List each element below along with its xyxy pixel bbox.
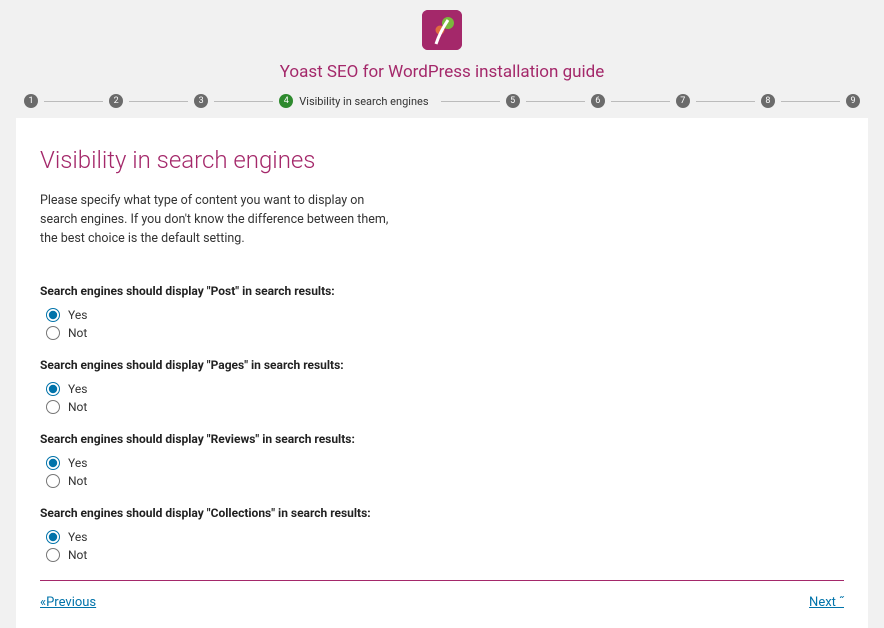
option-yes-label: Yes bbox=[68, 456, 87, 470]
step-6[interactable]: 6 bbox=[591, 94, 605, 108]
option-no[interactable]: Not bbox=[46, 326, 844, 340]
option-no-label: Not bbox=[68, 474, 87, 488]
radio-no[interactable] bbox=[46, 400, 60, 414]
radio-no[interactable] bbox=[46, 548, 60, 562]
radio-yes[interactable] bbox=[46, 308, 60, 322]
question-prompt: Search engines should display "Post" in … bbox=[40, 284, 844, 298]
step-line bbox=[129, 101, 188, 102]
question-prompt: Search engines should display "Pages" in… bbox=[40, 358, 844, 372]
radio-yes[interactable] bbox=[46, 456, 60, 470]
step-2[interactable]: 2 bbox=[109, 94, 123, 108]
step-line bbox=[696, 101, 755, 102]
option-yes[interactable]: Yes bbox=[46, 530, 844, 544]
question-options: Yes Not bbox=[46, 530, 844, 562]
option-no-label: Not bbox=[68, 400, 87, 414]
header: Yoast SEO for WordPress installation gui… bbox=[0, 0, 884, 82]
question-prompt: Search engines should display "Collectio… bbox=[40, 506, 844, 520]
question-prompt: Search engines should display "Reviews" … bbox=[40, 432, 844, 446]
page-title: Yoast SEO for WordPress installation gui… bbox=[0, 62, 884, 82]
step-9[interactable]: 9 bbox=[846, 94, 860, 108]
question-options: Yes Not bbox=[46, 308, 844, 340]
stepper: 1 2 3 4 Visibility in search engines 5 6… bbox=[0, 82, 884, 118]
option-no-label: Not bbox=[68, 326, 87, 340]
option-yes[interactable]: Yes bbox=[46, 456, 844, 470]
option-yes[interactable]: Yes bbox=[46, 308, 844, 322]
radio-no[interactable] bbox=[46, 326, 60, 340]
yoast-logo bbox=[422, 10, 462, 50]
step-3[interactable]: 3 bbox=[194, 94, 208, 108]
option-no[interactable]: Not bbox=[46, 400, 844, 414]
step-5[interactable]: 5 bbox=[506, 94, 520, 108]
next-link[interactable]: Next ˝ bbox=[809, 595, 844, 610]
question-collections: Search engines should display "Collectio… bbox=[40, 506, 844, 562]
question-options: Yes Not bbox=[46, 456, 844, 488]
step-line bbox=[781, 101, 840, 102]
step-7[interactable]: 7 bbox=[676, 94, 690, 108]
wizard-card: Visibility in search engines Please spec… bbox=[16, 118, 868, 628]
option-yes-label: Yes bbox=[68, 530, 87, 544]
option-yes[interactable]: Yes bbox=[46, 382, 844, 396]
card-description: Please specify what type of content you … bbox=[40, 192, 400, 248]
question-pages: Search engines should display "Pages" in… bbox=[40, 358, 844, 414]
question-options: Yes Not bbox=[46, 382, 844, 414]
step-4-label: Visibility in search engines bbox=[299, 95, 428, 108]
card-title: Visibility in search engines bbox=[40, 146, 844, 174]
question-post: Search engines should display "Post" in … bbox=[40, 284, 844, 340]
option-yes-label: Yes bbox=[68, 308, 87, 322]
option-no[interactable]: Not bbox=[46, 548, 844, 562]
radio-yes[interactable] bbox=[46, 530, 60, 544]
step-line bbox=[611, 101, 670, 102]
step-line bbox=[526, 101, 585, 102]
radio-no[interactable] bbox=[46, 474, 60, 488]
divider bbox=[40, 580, 844, 581]
step-line bbox=[44, 101, 103, 102]
radio-yes[interactable] bbox=[46, 382, 60, 396]
step-line bbox=[214, 101, 273, 102]
step-1[interactable]: 1 bbox=[24, 94, 38, 108]
wizard-nav: «Previous Next ˝ bbox=[40, 595, 844, 610]
step-8[interactable]: 8 bbox=[761, 94, 775, 108]
step-4[interactable]: 4 bbox=[279, 94, 293, 108]
option-yes-label: Yes bbox=[68, 382, 87, 396]
step-line bbox=[441, 101, 500, 102]
option-no[interactable]: Not bbox=[46, 474, 844, 488]
question-reviews: Search engines should display "Reviews" … bbox=[40, 432, 844, 488]
prev-link[interactable]: «Previous bbox=[40, 595, 96, 610]
option-no-label: Not bbox=[68, 548, 87, 562]
